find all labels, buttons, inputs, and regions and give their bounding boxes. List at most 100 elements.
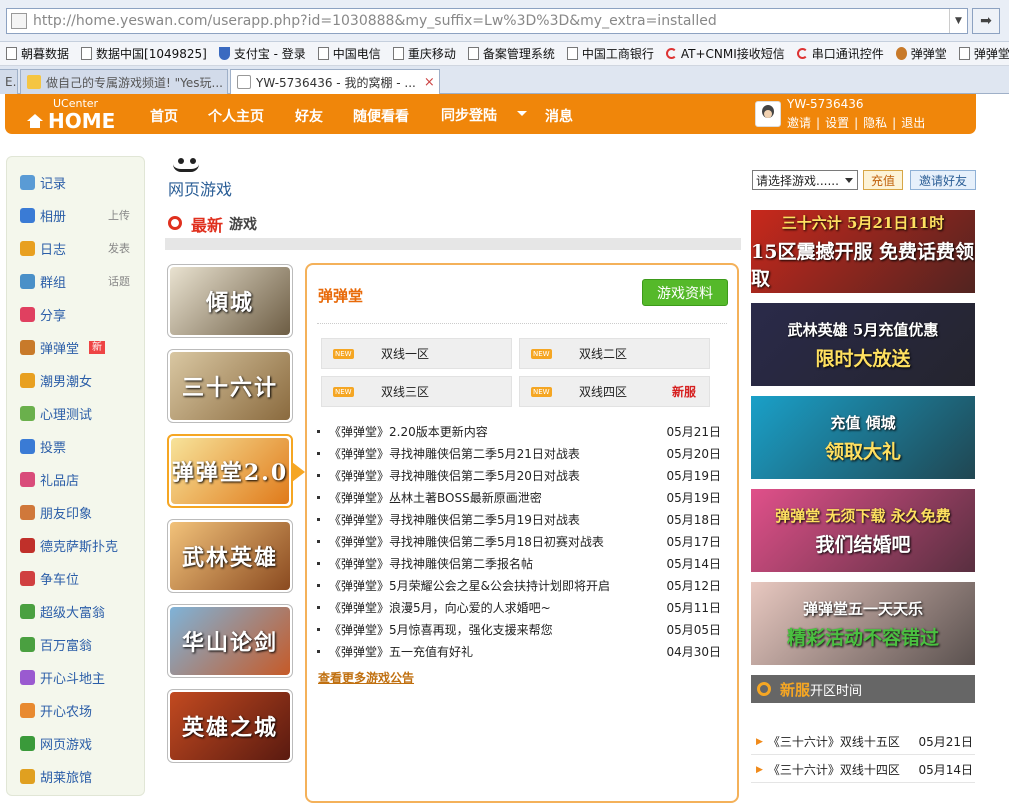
avatar[interactable] (755, 101, 781, 127)
chevron-down-icon[interactable] (517, 111, 527, 116)
news-item[interactable]: 《弹弹堂》寻找神雕侠侣第二季5月19日对战表 05月18日 (317, 509, 731, 529)
news-item[interactable]: 《弹弹堂》5月荣耀公会之星&公会扶持计划即将开启 05月12日 (317, 575, 731, 595)
game-thumbnail[interactable]: 傾城 (167, 264, 293, 338)
server-schedule-row[interactable]: ▶ 《三十六计》双线十四区 05月14日 (751, 757, 975, 783)
bookmark-item[interactable]: 中国电信 (312, 43, 387, 65)
promo-banner[interactable]: 武林英雄 5月充值优惠 限时大放送 (751, 303, 975, 386)
promo-banner[interactable]: 弹弹堂 无须下载 永久免费 我们结婚吧 (751, 489, 975, 572)
news-item[interactable]: 《弹弹堂》2.20版本更新内容 05月21日 (317, 421, 731, 441)
nav-profile[interactable]: 个人主页 (208, 106, 264, 126)
promo-banner[interactable]: 充值 傾城 领取大礼 (751, 396, 975, 479)
nav-browse[interactable]: 随便看看 (353, 106, 409, 126)
game-thumbnail[interactable]: 弹弹堂2.0 (167, 434, 293, 508)
news-date: 05月12日 (666, 578, 721, 593)
bookmark-item[interactable]: 数据中国[1049825] (75, 43, 213, 65)
invite-friends-button[interactable]: 邀请好友 (910, 170, 976, 190)
go-button[interactable]: ➡ (972, 8, 1000, 34)
privacy-link[interactable]: 隐私 (863, 116, 887, 130)
news-item[interactable]: 《弹弹堂》丛林土著BOSS最新原画泄密 05月19日 (317, 487, 731, 507)
more-announcements-link[interactable]: 查看更多游戏公告 (318, 669, 414, 686)
tab-item-active[interactable]: YW-5736436 - 我的窝棚 - ... × (230, 69, 440, 94)
news-title: 《弹弹堂》浪漫5月，向心爱的人求婚吧~ (329, 600, 551, 615)
bookmark-item[interactable]: 弹弹堂公 (953, 43, 1009, 65)
sidebar-item-action[interactable]: 发表 (108, 240, 130, 256)
bookmark-page-icon (467, 47, 479, 60)
nav-home[interactable]: 首页 (150, 106, 178, 126)
sidebar-item-action[interactable]: 上传 (108, 207, 130, 223)
sidebar-item[interactable]: 群组 话题 (20, 271, 138, 291)
news-item[interactable]: 《弹弹堂》五一充值有好礼 04月30日 (317, 641, 731, 661)
sidebar-item[interactable]: 心理测试 (20, 403, 138, 423)
game-thumbnail[interactable]: 武林英雄 (167, 519, 293, 593)
sidebar-item[interactable]: 超级大富翁 (20, 601, 138, 621)
server-button[interactable]: NEW 双线一区 (321, 338, 512, 369)
news-title: 《弹弹堂》5月荣耀公会之星&公会扶持计划即将开启 (329, 578, 610, 593)
bookmark-item[interactable]: 串口通讯控件 (791, 43, 890, 65)
server-button[interactable]: NEW 双线四区 新服 (519, 376, 710, 407)
tab-strip: E... 做自己的专属游戏频道! "Yes玩... YW-5736436 - 我… (0, 66, 1009, 94)
sidebar-item[interactable]: 朋友印象 (20, 502, 138, 522)
game-thumbnail[interactable]: 三十六计 (167, 349, 293, 423)
bookmark-item[interactable]: 弹弹堂 (890, 43, 953, 65)
sidebar-item[interactable]: 网页游戏 (20, 733, 138, 753)
news-item[interactable]: 《弹弹堂》寻找神雕侠侣第二季5月21日对战表 05月20日 (317, 443, 731, 463)
close-icon[interactable]: × (424, 75, 435, 90)
game-castle-thumb: 英雄之城 (170, 692, 290, 760)
bookmark-item[interactable]: 中国工商银行 (561, 43, 660, 65)
tab-item[interactable]: E... (0, 69, 18, 94)
game-thumbnail[interactable]: 华山论剑 (167, 604, 293, 678)
news-item[interactable]: 《弹弹堂》5月惊喜再现，强化支援来帮您 05月05日 (317, 619, 731, 639)
invite-link[interactable]: 邀请 (787, 116, 811, 130)
sidebar-item[interactable]: 弹弹堂新 (20, 337, 138, 357)
news-item[interactable]: 《弹弹堂》寻找神雕侠侣第二季报名帖 05月14日 (317, 553, 731, 573)
sidebar-item[interactable]: 相册 上传 (20, 205, 138, 225)
logout-link[interactable]: 退出 (901, 116, 925, 130)
bullet-icon (317, 495, 320, 499)
game-thumbnail[interactable]: 英雄之城 (167, 689, 293, 763)
sidebar-item[interactable]: 礼品店 (20, 469, 138, 489)
nav-friends[interactable]: 好友 (295, 106, 323, 126)
nav-sync-login[interactable]: 同步登陆 (441, 105, 497, 125)
nav-messages[interactable]: 消息 (545, 106, 573, 126)
sidebar-item[interactable]: 记录 (20, 172, 138, 192)
banner-line1: 武林英雄 5月充值优惠 (787, 320, 939, 339)
server-schedule-row[interactable]: ▶ 《三十六计》双线十五区 05月21日 (751, 729, 975, 755)
server-name: 双线三区 (381, 385, 430, 399)
address-input[interactable]: http://home.yeswan.com/userapp.php?id=10… (6, 8, 968, 34)
sidebar-item[interactable]: 分享 (20, 304, 138, 324)
sidebar-item[interactable]: 德克萨斯扑克 (20, 535, 138, 555)
ucenter-home-logo[interactable]: UCenter HOME (27, 98, 115, 132)
sidebar-item-label: 百万富翁 (40, 638, 93, 654)
news-item[interactable]: 《弹弹堂》寻找神雕侠侣第二季5月20日对战表 05月19日 (317, 465, 731, 485)
address-dropdown-icon[interactable]: ▼ (949, 9, 967, 33)
game-info-button[interactable]: 游戏资料 (642, 279, 728, 306)
bookmark-item[interactable]: 支付宝 - 登录 (213, 43, 312, 65)
news-item[interactable]: 《弹弹堂》寻找神雕侠侣第二季5月18日初赛对战表 05月17日 (317, 531, 731, 551)
settings-link[interactable]: 设置 (825, 116, 849, 130)
sidebar-item[interactable]: 投票 (20, 436, 138, 456)
promo-banner[interactable]: 三十六计 5月21日11时 15区震撼开服 免费话费领取 (751, 210, 975, 293)
recharge-button[interactable]: 充值 (863, 170, 903, 190)
bookmark-item[interactable]: 朝暮数据 (0, 43, 75, 65)
sidebar-item-action[interactable]: 话题 (108, 273, 130, 289)
shield-icon (218, 47, 230, 60)
sidebar-item[interactable]: 潮男潮女 (20, 370, 138, 390)
server-button[interactable]: NEW 双线二区 (519, 338, 710, 369)
sidebar-item[interactable]: 开心斗地主 (20, 667, 138, 687)
bookmark-item[interactable]: 重庆移动 (387, 43, 462, 65)
tab-item[interactable]: 做自己的专属游戏频道! "Yes玩... (20, 69, 228, 94)
sidebar-item[interactable]: 胡莱旅馆 (20, 766, 138, 786)
server-button[interactable]: NEW 双线三区 (321, 376, 512, 407)
sidebar-item-label: 争车位 (40, 572, 80, 588)
page-icon (11, 13, 27, 29)
sidebar-item[interactable]: 日志 发表 (20, 238, 138, 258)
sidebar-item[interactable]: 百万富翁 (20, 634, 138, 654)
bookmark-item[interactable]: 备案管理系统 (462, 43, 561, 65)
promo-banner[interactable]: 弹弹堂五一天天乐 精彩活动不容错过 (751, 582, 975, 665)
banner-line2: 我们结婚吧 (815, 533, 911, 556)
news-item[interactable]: 《弹弹堂》浪漫5月，向心爱的人求婚吧~ 05月11日 (317, 597, 731, 617)
sidebar-item[interactable]: 争车位 (20, 568, 138, 588)
bookmark-item[interactable]: AT+CNMI接收短信 (660, 43, 791, 65)
game-select[interactable]: 请选择游戏...... (752, 170, 858, 190)
sidebar-item[interactable]: 开心农场 (20, 700, 138, 720)
